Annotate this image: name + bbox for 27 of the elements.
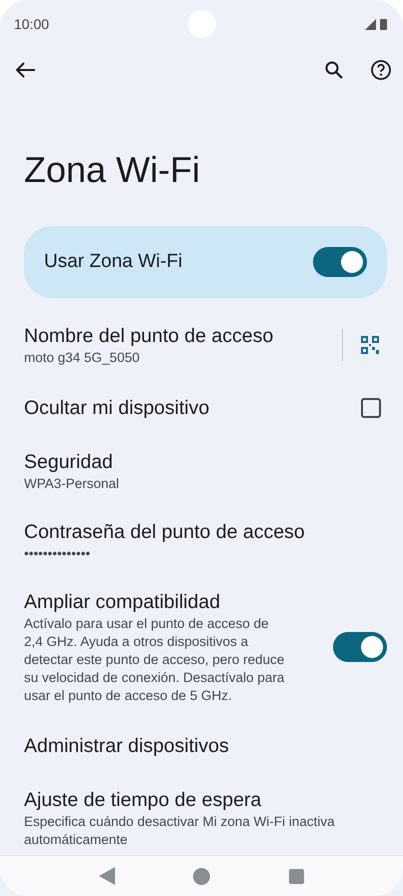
qr-code-icon[interactable] [361,336,379,354]
setting-summary: moto g34 5G_5050 [24,349,141,367]
setting-title[interactable]: Administrar dispositivos [24,733,387,759]
checkbox[interactable] [361,398,381,418]
toggle-switch[interactable] [333,632,387,662]
back-arrow-icon[interactable] [16,62,36,78]
page-title: Zona Wi-Fi [24,148,202,192]
setting-summary: Actívalo para usar el punto de acceso de 2,4 GHz. Ayuda a otros dispositivos a detectar este punto de acceso, pero reduce su velocidad de conexión. Desactívalo para usar el punto de acceso de 5 GHz. [24,615,286,705]
setting-title[interactable]: Ajuste de tiempo de espera [24,787,387,813]
setting-title[interactable]: Seguridad [24,449,387,475]
back-nav-icon[interactable] [99,867,116,885]
setting-summary: •••••••••••••• [24,545,92,563]
help-icon[interactable] [371,60,391,80]
recents-nav-icon[interactable] [288,868,304,884]
toggle-switch[interactable] [313,247,367,277]
setting-title[interactable]: Ampliar compatibilidad [24,589,333,615]
setting-title[interactable]: Nombre del punto de acceso [24,323,330,349]
setting-title[interactable]: Contraseña del punto de acceso [24,519,387,545]
setting-summary: Especifica cuándo desactivar Mi zona Wi-Fi inactiva automáticamente [24,813,336,849]
main-toggle-label: Usar Zona Wi-Fi [44,251,184,273]
search-icon[interactable] [325,61,343,79]
setting-summary: WPA3-Personal [24,475,120,493]
status-icons [365,18,389,30]
status-time: 10:00 [14,16,50,32]
home-nav-icon[interactable] [193,868,210,884]
main-toggle-card[interactable]: Usar Zona Wi-Fi [24,226,387,298]
setting-title[interactable]: Ocultar mi dispositivo [24,395,361,421]
